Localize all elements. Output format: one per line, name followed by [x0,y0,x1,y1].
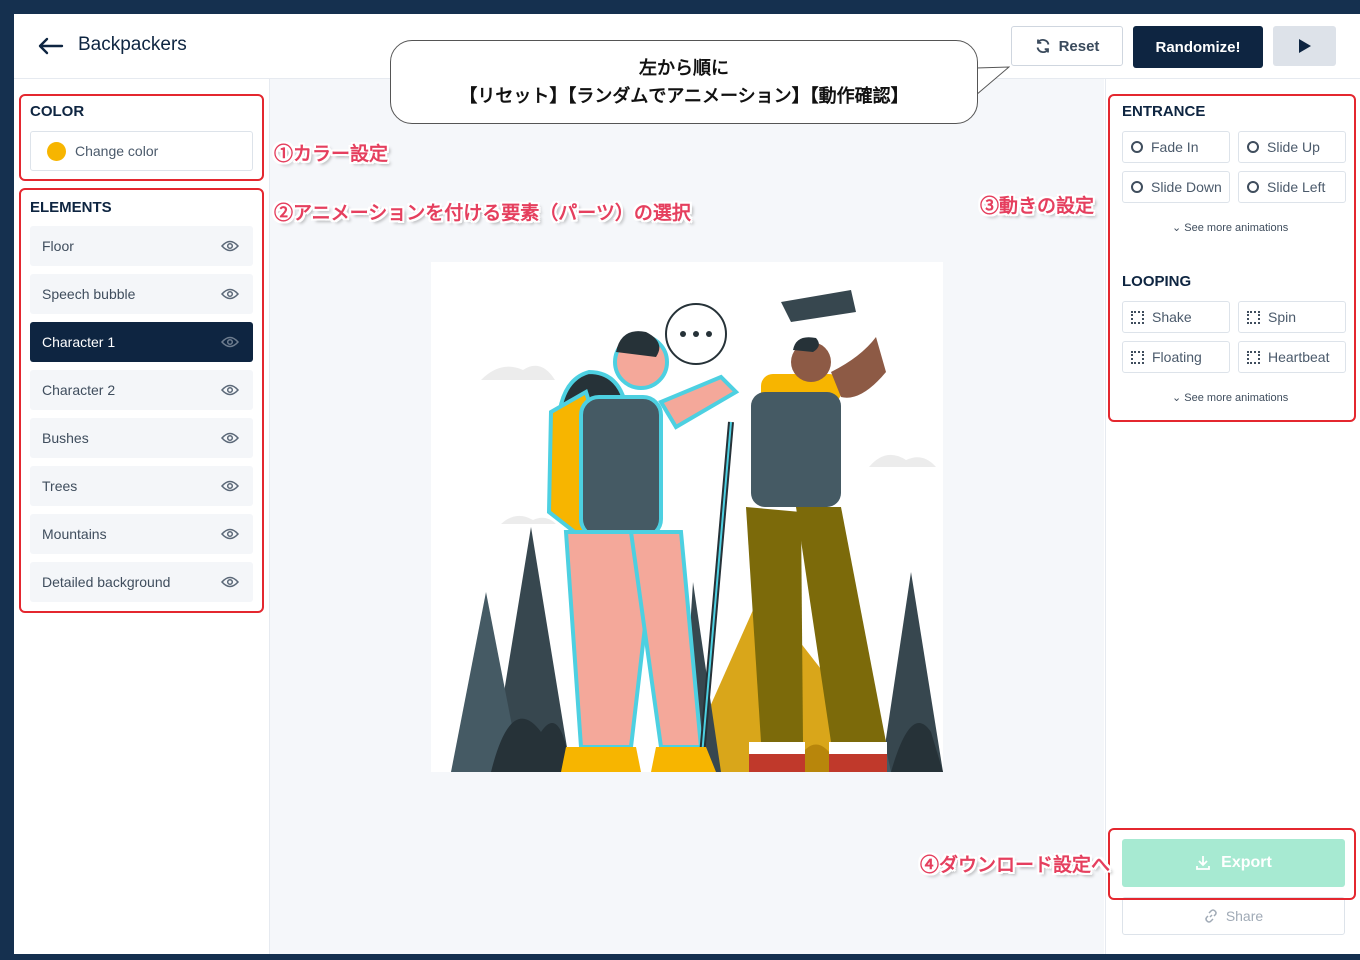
eye-icon[interactable] [221,240,239,252]
back-arrow-icon[interactable] [36,36,64,56]
left-sidebar: COLOR Change color ELEMENTS Floor Speech… [14,79,270,954]
element-label: Character 2 [42,382,116,398]
dashed-square-icon [1131,310,1144,324]
circle-icon [1247,141,1259,153]
export-note: ④ダウンロード設定へ [920,855,1111,876]
anim-label: Floating [1152,349,1202,365]
element-item-mountains[interactable]: Mountains [30,514,253,554]
circle-icon [1131,141,1143,153]
randomize-label: Randomize! [1155,38,1241,56]
element-label: Speech bubble [42,286,136,302]
anim-fade-in[interactable]: Fade In [1122,131,1230,163]
export-button[interactable]: Export [1122,839,1345,887]
entrance-section-title: ENTRANCE [1122,103,1206,120]
color-swatch [47,141,66,161]
page-title: Backpackers [78,34,187,55]
anim-spin[interactable]: Spin [1238,301,1346,333]
anim-floating[interactable]: Floating [1122,341,1230,373]
chevron-down-icon: ⌄ [1172,392,1182,404]
anim-slide-down[interactable]: Slide Down [1122,171,1230,203]
share-button[interactable]: Share [1122,897,1345,935]
element-label: Character 1 [42,334,116,350]
anim-label: Slide Down [1151,179,1222,195]
element-label: Trees [42,478,78,494]
anim-heartbeat[interactable]: Heartbeat [1238,341,1346,373]
dashed-square-icon [1247,350,1260,364]
export-label: Export [1221,854,1272,871]
randomize-button[interactable]: Randomize! [1133,26,1263,68]
eye-icon[interactable] [221,336,239,348]
motion-note: ③動きの設定 [980,196,1095,217]
looping-section-title: LOOPING [1122,273,1192,290]
anim-slide-left[interactable]: Slide Left [1238,171,1346,203]
callout-line-1: 左から順に [639,58,729,78]
element-item-trees[interactable]: Trees [30,466,253,506]
reset-label: Reset [1058,37,1100,55]
elements-note: ②アニメーションを付ける要素（パーツ）の選択 [274,203,691,224]
app-window: Backpackers Reset Randomize! COLOR Chang… [14,14,1360,954]
color-note: ①カラー設定 [274,144,389,165]
elements-list: Floor Speech bubble Character 1 Characte… [30,226,253,610]
callout-line-2: 【リセット】【ランダムでアニメーション】【動作確認】 [459,86,909,106]
anim-label: Slide Up [1267,139,1320,155]
play-button[interactable] [1273,26,1336,66]
dashed-square-icon [1131,350,1144,364]
play-icon [1298,39,1311,53]
see-more-label: See more animations [1184,222,1289,234]
element-item-bushes[interactable]: Bushes [30,418,253,458]
right-sidebar: ENTRANCE Fade In Slide Up Slide Down Sli… [1105,79,1360,954]
eye-icon[interactable] [221,576,239,588]
anim-slide-up[interactable]: Slide Up [1238,131,1346,163]
dashed-square-icon [1247,310,1260,324]
anim-label: Slide Left [1267,179,1326,195]
element-label: Floor [42,238,74,254]
refresh-icon [1036,39,1049,53]
anim-label: Spin [1268,309,1297,325]
see-more-entrance-link[interactable]: ⌄ See more animations [1172,221,1288,234]
anim-shake[interactable]: Shake [1122,301,1230,333]
eye-icon[interactable] [221,480,239,492]
circle-icon [1131,181,1143,193]
eye-icon[interactable] [221,432,239,444]
backpackers-illustration [451,290,943,772]
element-label: Mountains [42,526,107,542]
anim-label: Fade In [1151,139,1199,155]
element-item-floor[interactable]: Floor [30,226,253,266]
see-more-label: See more animations [1184,392,1289,404]
anim-label: Heartbeat [1268,349,1330,365]
elements-section-title: ELEMENTS [30,199,112,216]
element-item-character-2[interactable]: Character 2 [30,370,253,410]
element-label: Bushes [42,430,89,446]
callout-bubble: 左から順に 【リセット】【ランダムでアニメーション】【動作確認】 [390,40,978,124]
color-section-title: COLOR [30,103,85,120]
share-label: Share [1225,908,1264,924]
element-label: Detailed background [42,574,171,590]
element-item-speech-bubble[interactable]: Speech bubble [30,274,253,314]
change-color-label: Change color [75,143,159,159]
link-icon [1205,909,1217,923]
see-more-looping-link[interactable]: ⌄ See more animations [1172,391,1288,404]
circle-icon [1247,181,1259,193]
change-color-button[interactable]: Change color [30,131,253,171]
eye-icon[interactable] [221,528,239,540]
anim-label: Shake [1152,309,1192,325]
eye-icon[interactable] [221,384,239,396]
chevron-down-icon: ⌄ [1172,222,1182,234]
illustration-canvas[interactable] [431,262,943,772]
callout-tail [976,66,1010,96]
element-item-character-1[interactable]: Character 1 [30,322,253,362]
reset-button[interactable]: Reset [1011,26,1123,66]
eye-icon[interactable] [221,288,239,300]
download-icon [1196,856,1211,870]
element-item-detailed-background[interactable]: Detailed background [30,562,253,602]
